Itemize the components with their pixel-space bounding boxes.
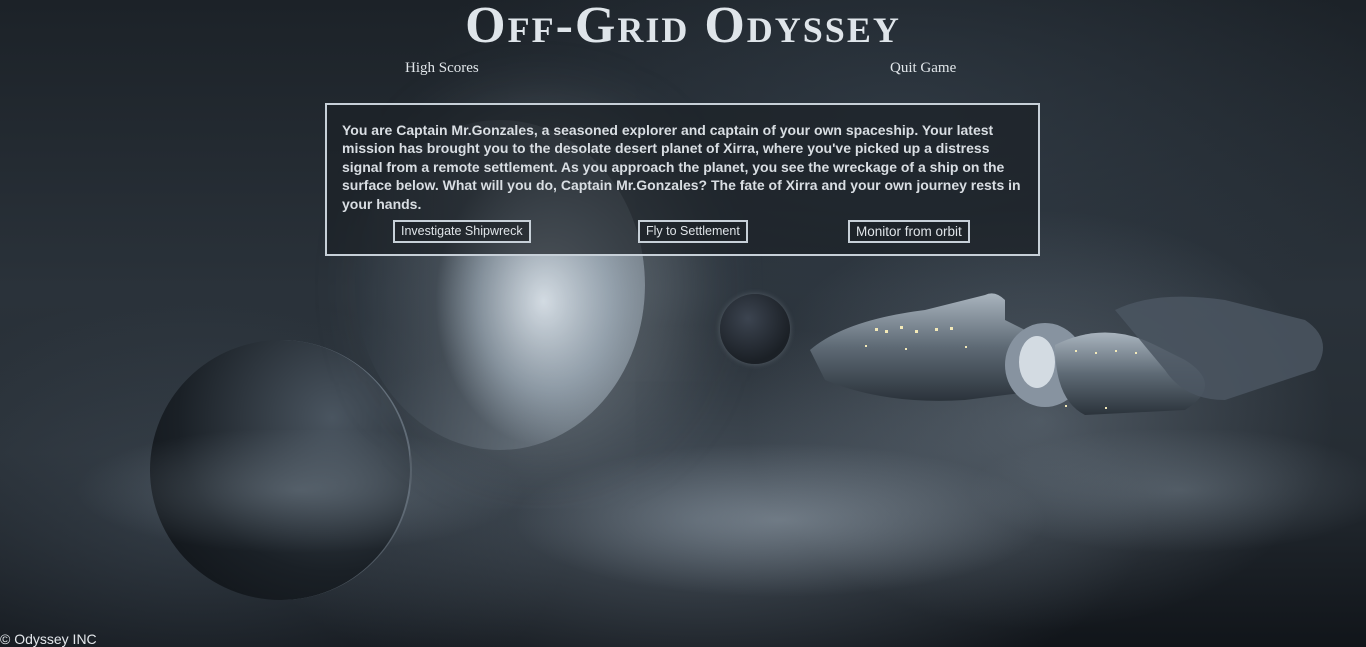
monitor-from-orbit-button[interactable]: Monitor from orbit — [848, 220, 970, 243]
quit-game-link[interactable]: Quit Game — [890, 60, 956, 77]
investigate-shipwreck-button[interactable]: Investigate Shipwreck — [393, 220, 531, 243]
small-moon — [720, 294, 790, 364]
fly-to-settlement-button[interactable]: Fly to Settlement — [638, 220, 748, 243]
copyright-footer: © Odyssey INC — [0, 631, 97, 647]
space-background — [0, 0, 1366, 647]
cloud-layer — [0, 430, 1366, 647]
high-scores-link[interactable]: High Scores — [405, 60, 479, 77]
story-panel: You are Captain Mr.Gonzales, a seasoned … — [325, 103, 1040, 256]
spaceship-illustration — [810, 293, 1323, 415]
story-text: You are Captain Mr.Gonzales, a seasoned … — [342, 122, 1021, 212]
game-title: Off-Grid Odyssey — [465, 0, 901, 54]
